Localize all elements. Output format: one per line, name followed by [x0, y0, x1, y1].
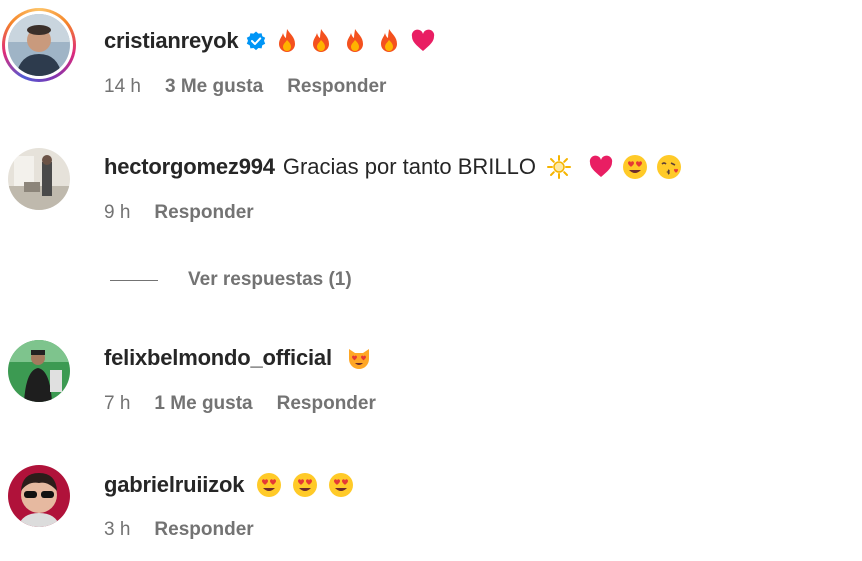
heart-icon: [410, 28, 436, 54]
likes-count[interactable]: 1 Me gusta: [154, 393, 252, 415]
heart-eyes-icon: [622, 154, 648, 180]
reply-button[interactable]: Responder: [154, 202, 253, 224]
comment-text-line: felixbelmondo_official: [104, 343, 372, 373]
reply-button[interactable]: Responder: [154, 519, 253, 541]
view-replies-button[interactable]: Ver respuestas (1): [110, 267, 352, 293]
heart-eyes-icon: [256, 472, 282, 498]
comment-time: 7 h: [104, 393, 131, 414]
comment-meta: 9 h Responder: [104, 200, 278, 226]
fire-icon: [376, 28, 402, 54]
comment-text-line: cristianreyok: [104, 26, 436, 56]
avatar[interactable]: [8, 340, 70, 402]
verified-badge-icon: [246, 31, 266, 51]
reply-button[interactable]: Responder: [277, 393, 376, 415]
username[interactable]: felixbelmondo_official: [104, 345, 332, 371]
avatar[interactable]: [8, 148, 70, 210]
comment-meta: 7 h 1 Me gusta Responder: [104, 391, 400, 417]
kissing-face-icon: [656, 154, 682, 180]
heart-eyes-cat-icon: [346, 345, 372, 371]
reply-button[interactable]: Responder: [287, 76, 386, 98]
heart-eyes-icon: [292, 472, 318, 498]
username[interactable]: hectorgomez994: [104, 154, 275, 180]
fire-icon: [308, 28, 334, 54]
comment-text: Gracias por tanto BRILLO: [282, 154, 536, 179]
username[interactable]: cristianreyok: [104, 28, 239, 54]
heart-icon: [588, 154, 614, 180]
fire-icon: [274, 28, 300, 54]
username[interactable]: gabrielruiizok: [104, 472, 244, 498]
heart-eyes-icon: [328, 472, 354, 498]
comment-time: 14 h: [104, 76, 141, 97]
comment-text-line: gabrielruiizok: [104, 470, 354, 500]
fire-icon: [342, 28, 368, 54]
comment-meta: 14 h 3 Me gusta Responder: [104, 74, 410, 100]
avatar[interactable]: [8, 465, 70, 527]
avatar: [8, 14, 70, 76]
view-replies-label: Ver respuestas (1): [188, 269, 352, 290]
avatar-story-ring[interactable]: [2, 8, 76, 82]
likes-count[interactable]: 3 Me gusta: [165, 76, 263, 98]
comment-time: 3 h: [104, 519, 131, 540]
comment-meta: 3 h Responder: [104, 517, 278, 543]
divider-line: [110, 279, 158, 281]
comment-text-line: hectorgomez994 Gracias por tanto BRILLO: [104, 152, 682, 182]
sun-icon: [546, 154, 572, 180]
comments-list: cristianreyok 14 h 3 Me gusta Responder …: [0, 0, 862, 561]
comment-time: 9 h: [104, 202, 131, 223]
